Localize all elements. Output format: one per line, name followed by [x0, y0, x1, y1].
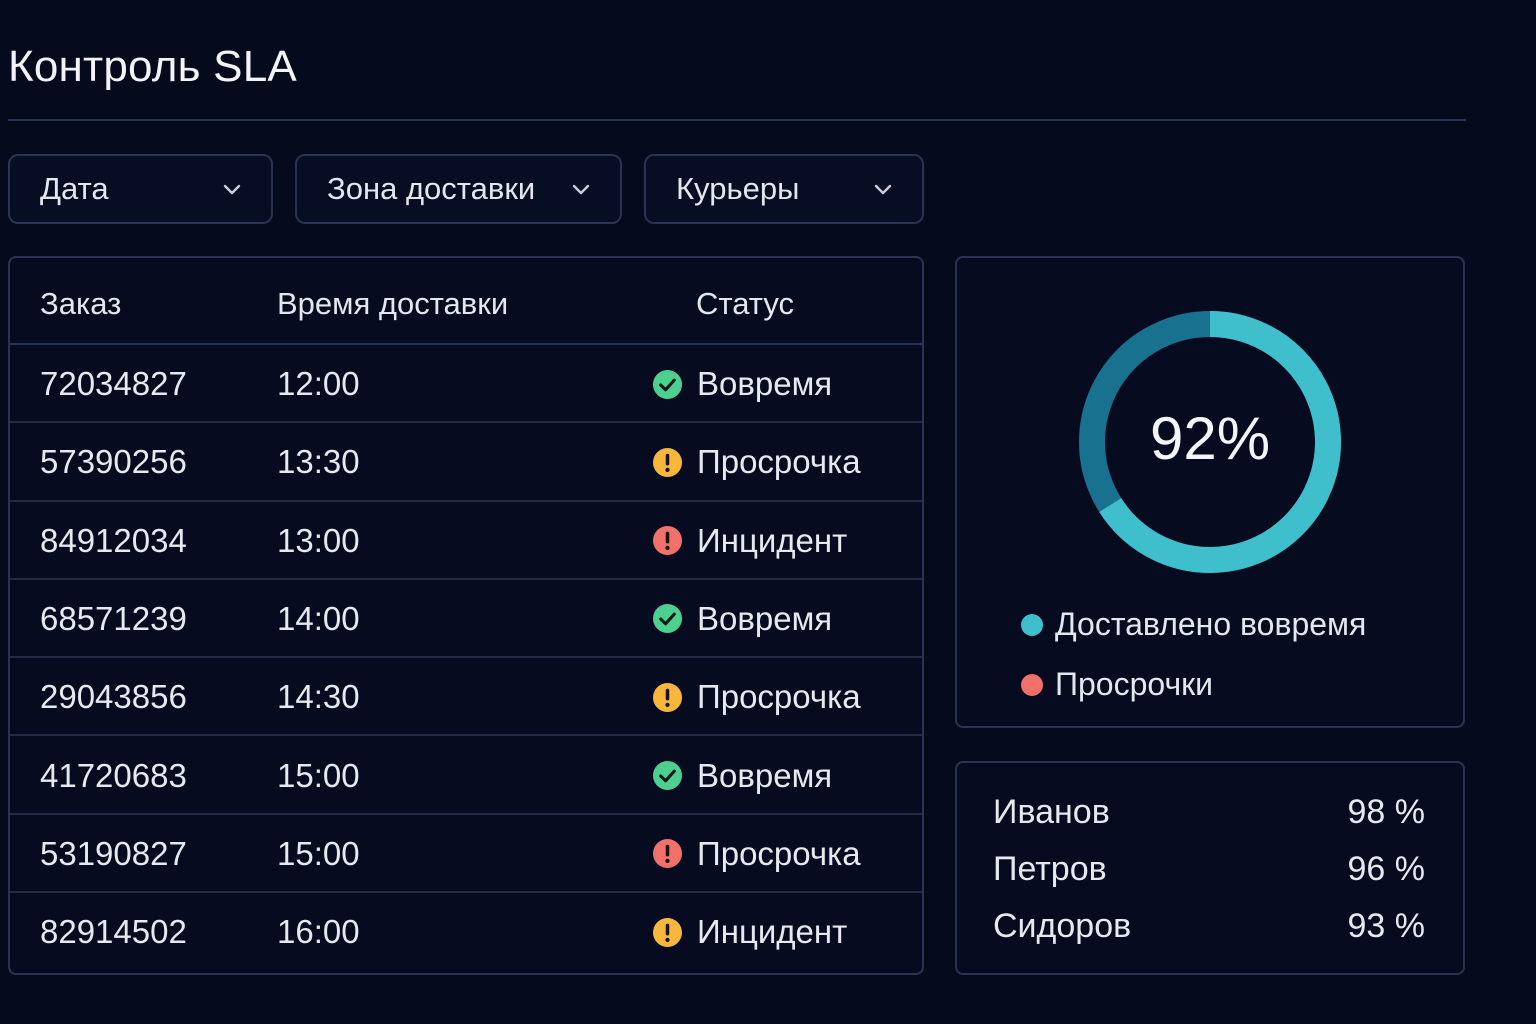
sla-percent-value: 92% [1149, 405, 1271, 472]
courier-sla-value: 93 % [1347, 907, 1426, 945]
date-filter-label: Дата [40, 171, 109, 206]
status-cell: Просрочка [652, 835, 861, 873]
order-id: 57390256 [40, 443, 187, 481]
warning-circle-icon [652, 447, 683, 477]
sla-dashboard: Контроль SLA Дата Зона доставки Курьеры … [0, 0, 1536, 1024]
sla-donut-panel: 92% Доставлено вовремя Просрочки [955, 256, 1465, 728]
status-label: Просрочка [697, 834, 861, 872]
delivery-time: 14:30 [277, 678, 360, 716]
table-row[interactable]: 41720683 15:00 Вовремя [10, 737, 922, 815]
table-row[interactable]: 84912034 13:00 Инцидент [10, 502, 922, 580]
warning-circle-icon [652, 917, 683, 947]
legend-on-time: Доставлено вовремя [1021, 606, 1366, 643]
delivery-time: 12:00 [277, 365, 360, 402]
table-row[interactable]: 72034827 12:00 Вовремя [10, 345, 922, 424]
alert-circle-icon [652, 839, 683, 869]
zone-filter-label: Зона доставки [327, 171, 536, 206]
table-row[interactable]: 68571239 14:00 Вовремя [10, 580, 922, 659]
legend-dot-icon [1021, 613, 1043, 636]
status-cell: Инцидент [652, 913, 847, 951]
status-cell: Просрочка [652, 678, 861, 716]
legend-dot-icon [1021, 673, 1043, 696]
delivery-time: 16:00 [277, 913, 360, 951]
order-id: 41720683 [40, 756, 187, 794]
status-label: Вовремя [697, 756, 833, 794]
status-cell: Просрочка [652, 443, 861, 481]
check-circle-icon [652, 604, 683, 634]
column-header-order: Заказ [40, 286, 122, 321]
alert-circle-icon [652, 526, 683, 556]
header-divider [8, 119, 1466, 121]
chevron-down-icon [874, 184, 892, 195]
courier-sla-value: 96 % [1347, 850, 1426, 888]
courier-sla-value: 98 % [1347, 793, 1426, 831]
courier-row: Сидоров 93 % [957, 907, 1463, 957]
zone-filter-dropdown[interactable]: Зона доставки [295, 154, 622, 224]
delivery-time: 15:00 [277, 834, 360, 872]
status-label: Вовремя [697, 599, 833, 637]
status-cell: Вовремя [652, 365, 832, 403]
courier-name: Сидоров [993, 907, 1132, 945]
table-row[interactable]: 57390256 13:30 Просрочка [10, 423, 922, 502]
delivery-time: 13:30 [277, 443, 360, 481]
page-title: Контроль SLA [8, 42, 297, 91]
delivery-time: 14:00 [277, 599, 360, 637]
status-label: Вовремя [697, 365, 833, 402]
status-label: Инцидент [697, 913, 848, 951]
order-id: 84912034 [40, 521, 187, 559]
warning-circle-icon [652, 682, 683, 712]
table-row[interactable]: 29043856 14:30 Просрочка [10, 658, 922, 737]
couriers-filter-dropdown[interactable]: Курьеры [644, 154, 924, 224]
order-id: 53190827 [40, 834, 187, 872]
legend-on-time-label: Доставлено вовремя [1055, 606, 1367, 642]
status-label: Просрочка [697, 443, 861, 481]
check-circle-icon [652, 369, 683, 399]
order-id: 72034827 [40, 365, 187, 402]
chevron-down-icon [223, 184, 241, 195]
column-header-status: Статус [696, 286, 794, 321]
legend-late-label: Просрочки [1055, 666, 1214, 702]
chevron-down-icon [572, 184, 590, 195]
order-id: 29043856 [40, 678, 187, 716]
orders-table: Заказ Время доставки Статус 72034827 12:0… [8, 256, 924, 975]
legend-late: Просрочки [1021, 666, 1213, 703]
delivery-time: 15:00 [277, 756, 360, 794]
status-cell: Вовремя [652, 757, 832, 795]
status-label: Инцидент [697, 521, 848, 559]
status-label: Просрочка [697, 678, 861, 716]
column-header-time: Время доставки [277, 286, 509, 321]
couriers-filter-label: Курьеры [676, 171, 800, 206]
table-row[interactable]: 53190827 15:00 Просрочка [10, 815, 922, 894]
courier-row: Иванов 98 % [957, 793, 1463, 843]
courier-sla-panel: Иванов 98 % Петров 96 % Сидоров 93 % [955, 761, 1465, 975]
check-circle-icon [652, 760, 683, 791]
order-id: 82914502 [40, 913, 187, 951]
courier-row: Петров 96 % [957, 850, 1463, 900]
courier-name: Петров [993, 850, 1107, 888]
table-header: Заказ Время доставки Статус [10, 258, 922, 345]
courier-name: Иванов [993, 793, 1110, 831]
date-filter-dropdown[interactable]: Дата [8, 154, 273, 224]
status-cell: Вовремя [652, 600, 832, 638]
order-id: 68571239 [40, 599, 187, 637]
table-row[interactable]: 82914502 16:00 Инцидент [10, 893, 922, 971]
delivery-time: 13:00 [277, 521, 360, 559]
status-cell: Инцидент [652, 522, 847, 560]
